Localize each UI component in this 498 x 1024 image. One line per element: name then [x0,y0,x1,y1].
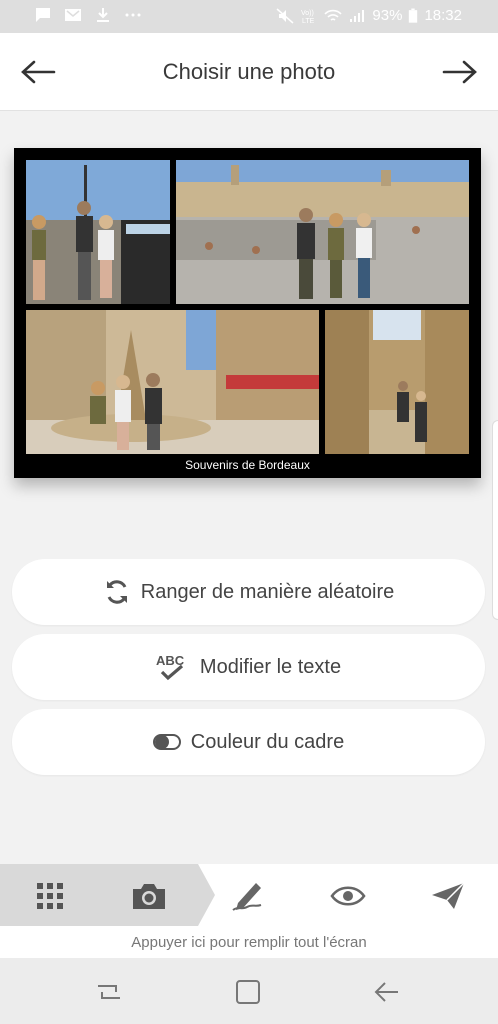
app-bar: Choisir une photo [0,33,498,111]
forward-button[interactable] [440,55,480,89]
photo-collage[interactable]: Souvenirs de Bordeaux [14,148,481,478]
shuffle-label: Ranger de manière aléatoire [140,580,395,603]
bottom-toolbar [0,864,498,926]
edit-text-button[interactable]: ABC Modifier le texte [12,634,485,700]
spellcheck-icon: ABC [156,652,190,682]
shuffle-button[interactable]: Ranger de manière aléatoire [12,559,485,625]
edit-text-label: Modifier le texte [199,655,342,678]
status-bar: Vo)) LTE 93% 18:32 [0,0,498,33]
collage-photo-4[interactable] [325,310,469,454]
svg-text:Vo)): Vo)) [301,10,314,17]
grid-icon [37,883,63,909]
photo-2-image [176,160,469,304]
photo-3-image [26,310,319,454]
collage-photo-2[interactable] [176,160,469,304]
signal-icon [350,9,365,22]
battery-percent: 93% [372,7,403,24]
mail-icon [65,9,81,21]
arrow-right-icon [442,60,477,84]
edge-panel-handle[interactable] [492,420,498,620]
send-icon [432,882,465,909]
frame-color-button[interactable]: Couleur du cadre [12,709,485,775]
camera-icon [133,884,165,909]
page-title: Choisir une photo [162,59,336,84]
frame-color-label: Couleur du cadre [190,730,345,753]
photo-4-image [325,310,469,454]
collage-photo-1[interactable] [26,160,170,304]
svg-text:LTE: LTE [302,18,315,24]
recents-icon[interactable] [94,978,124,1006]
status-time: 18:32 [424,7,462,24]
collage-photo-3[interactable] [26,310,319,454]
battery-icon [409,8,418,23]
toolbar-camera[interactable] [129,878,169,914]
system-nav-bar [0,958,498,1024]
more-icon [125,13,141,17]
toolbar-preview[interactable] [328,878,368,914]
photo-1-image [26,160,170,304]
collage-caption: Souvenirs de Bordeaux [185,458,310,472]
fullscreen-hint[interactable]: Appuyer ici pour remplir tout l'écran [0,926,498,958]
mute-icon [276,7,294,24]
chat-icon [36,8,50,22]
pen-icon [232,883,262,911]
download-icon [97,8,109,22]
shuffle-icon [103,578,131,606]
toolbar-send[interactable] [428,878,468,914]
wifi-icon [324,9,343,21]
toolbar-grid[interactable] [30,878,70,914]
toggle-icon [152,733,181,751]
home-icon[interactable] [233,978,263,1006]
toolbar-pen[interactable] [228,878,268,914]
status-right: Vo)) LTE 93% 18:32 [276,7,462,24]
status-left [34,7,142,23]
system-back-icon[interactable] [372,978,402,1006]
volte-icon: Vo))LTE [301,10,315,24]
eye-icon [330,886,366,906]
